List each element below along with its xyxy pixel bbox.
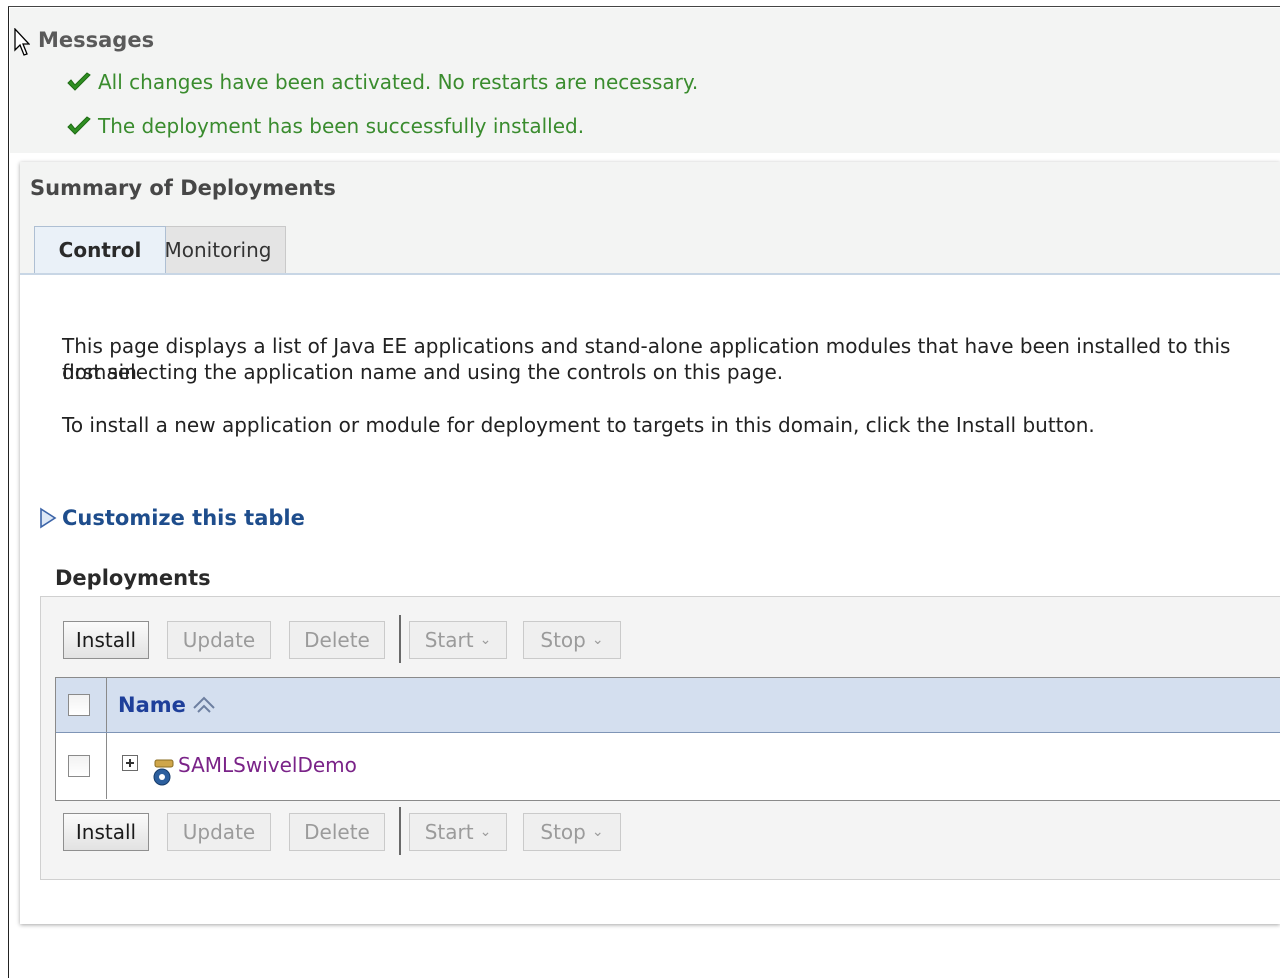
messages-title: Messages [38, 28, 155, 52]
tab-monitoring[interactable]: Monitoring [150, 226, 286, 273]
table-header: Name [56, 678, 1280, 733]
message-text: The deployment has been successfully ins… [98, 114, 585, 138]
mouse-cursor-icon [14, 28, 30, 56]
window-border-top [8, 6, 1280, 7]
deployments-table-container: Install Update Delete Start ⌄ Stop ⌄ Nam… [40, 596, 1280, 880]
expand-row-icon[interactable] [122, 755, 138, 771]
chevron-down-icon: ⌄ [479, 824, 492, 840]
toolbar-separator [399, 807, 401, 855]
install-button[interactable]: Install [63, 621, 149, 659]
chevron-down-icon: ⌄ [479, 632, 492, 648]
update-button[interactable]: Update [167, 621, 271, 659]
header-checkbox-cell [56, 678, 107, 732]
summary-title: Summary of Deployments [30, 176, 336, 200]
customize-table-link[interactable]: Customize this table [38, 506, 305, 530]
expand-triangle-icon [40, 507, 57, 529]
table-row: SAMLSwivelDemo [56, 733, 1280, 799]
message-item: All changes have been activated. No rest… [66, 70, 698, 94]
tab-bar: Monitoring Control [20, 212, 1280, 275]
stop-label: Stop [540, 820, 586, 844]
delete-button[interactable]: Delete [289, 621, 385, 659]
customize-table-label: Customize this table [62, 506, 305, 530]
sort-ascending-icon [193, 696, 215, 713]
message-item: The deployment has been successfully ins… [66, 114, 584, 138]
start-dropdown[interactable]: Start ⌄ [409, 813, 507, 851]
chevron-down-icon: ⌄ [591, 632, 604, 648]
install-button[interactable]: Install [63, 813, 149, 851]
deployment-name-link[interactable]: SAMLSwivelDemo [178, 753, 357, 777]
messages-panel: Messages All changes have been activated… [10, 8, 1280, 153]
start-dropdown[interactable]: Start ⌄ [409, 621, 507, 659]
delete-button[interactable]: Delete [289, 813, 385, 851]
summary-panel: Summary of Deployments Monitoring Contro… [20, 162, 1280, 924]
start-label: Start [424, 628, 474, 652]
message-text: All changes have been activated. No rest… [98, 70, 699, 94]
checkmark-icon [67, 116, 91, 135]
stop-dropdown[interactable]: Stop ⌄ [523, 621, 621, 659]
install-instructions: To install a new application or module f… [62, 413, 1095, 437]
start-label: Start [424, 820, 474, 844]
row-checkbox-cell [56, 733, 107, 799]
select-all-checkbox[interactable] [68, 694, 90, 716]
stop-dropdown[interactable]: Stop ⌄ [523, 813, 621, 851]
name-column-label: Name [118, 693, 186, 717]
update-button[interactable]: Update [167, 813, 271, 851]
stop-label: Stop [540, 628, 586, 652]
tab-control[interactable]: Control [34, 226, 166, 273]
checkmark-icon [67, 72, 91, 91]
name-column-header[interactable]: Name [118, 693, 218, 717]
description-text: first selecting the application name and… [62, 360, 784, 384]
deployments-table: Name SAMLSwivelDemo [55, 677, 1280, 801]
summary-header: Summary of Deployments [20, 162, 1280, 212]
toolbar-separator [399, 615, 401, 663]
chevron-down-icon: ⌄ [591, 824, 604, 840]
deployments-title: Deployments [55, 566, 211, 590]
window-border-left [8, 6, 9, 978]
row-checkbox[interactable] [68, 755, 90, 777]
application-icon [153, 759, 174, 786]
